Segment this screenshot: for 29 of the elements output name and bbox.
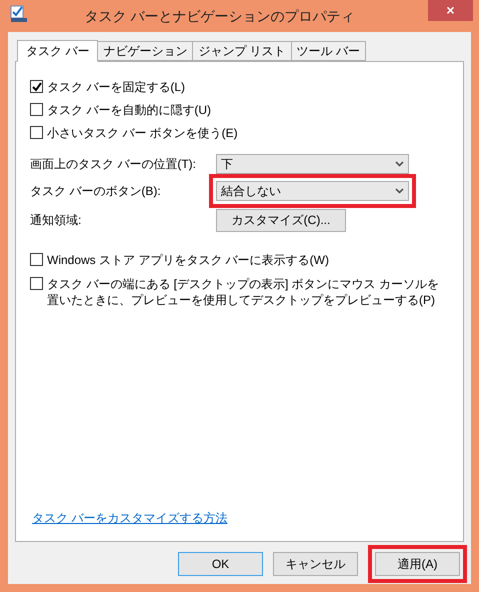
- dialog-button[interactable]: 適用(A): [375, 552, 460, 576]
- checkbox-label: タスク バーを自動的に隠す(U): [47, 102, 211, 118]
- checkbox[interactable]: [30, 277, 43, 290]
- field-label: 画面上のタスク バーの位置(T):: [30, 156, 197, 173]
- field-label: 通知領域:: [30, 212, 82, 229]
- dropdown[interactable]: 結合しない: [216, 181, 409, 201]
- help-link[interactable]: タスク バーをカスタマイズする方法: [30, 509, 228, 527]
- tab[interactable]: タスク バー: [17, 40, 98, 62]
- dialog-button[interactable]: OK: [178, 552, 263, 576]
- tab[interactable]: ジャンプ リスト: [192, 41, 292, 61]
- checkbox[interactable]: [30, 126, 43, 139]
- checkbox-label: タスク バーを固定する(L): [47, 79, 185, 95]
- tab[interactable]: ツール バー: [290, 41, 366, 61]
- field-label: タスク バーのボタン(B):: [30, 183, 162, 200]
- dropdown[interactable]: 下: [216, 154, 409, 174]
- chevron-down-icon: [395, 188, 404, 194]
- window-icon: [10, 5, 28, 23]
- chevron-down-icon: [395, 161, 404, 167]
- checkbox[interactable]: [30, 80, 43, 93]
- checkbox-label: タスク バーの端にある [デスクトップの表示] ボタンにマウス カーソルを置いたときに、プレビューを使用してデスクトップをプレビューする(P): [47, 276, 440, 308]
- close-button[interactable]: ×: [428, 0, 473, 21]
- checkbox-label: Windows ストア アプリをタスク バーに表示する(W): [47, 252, 329, 268]
- dialog-button[interactable]: キャンセル: [273, 552, 358, 576]
- window-title: タスク バーとナビゲーションのプロパティ: [84, 6, 354, 26]
- checkbox[interactable]: [30, 103, 43, 116]
- customize-button[interactable]: カスタマイズ(C)...: [216, 208, 346, 232]
- checkbox-label: 小さいタスク バー ボタンを使う(E): [47, 125, 238, 141]
- checkbox[interactable]: [30, 253, 43, 266]
- tab[interactable]: ナビゲーション: [97, 41, 194, 61]
